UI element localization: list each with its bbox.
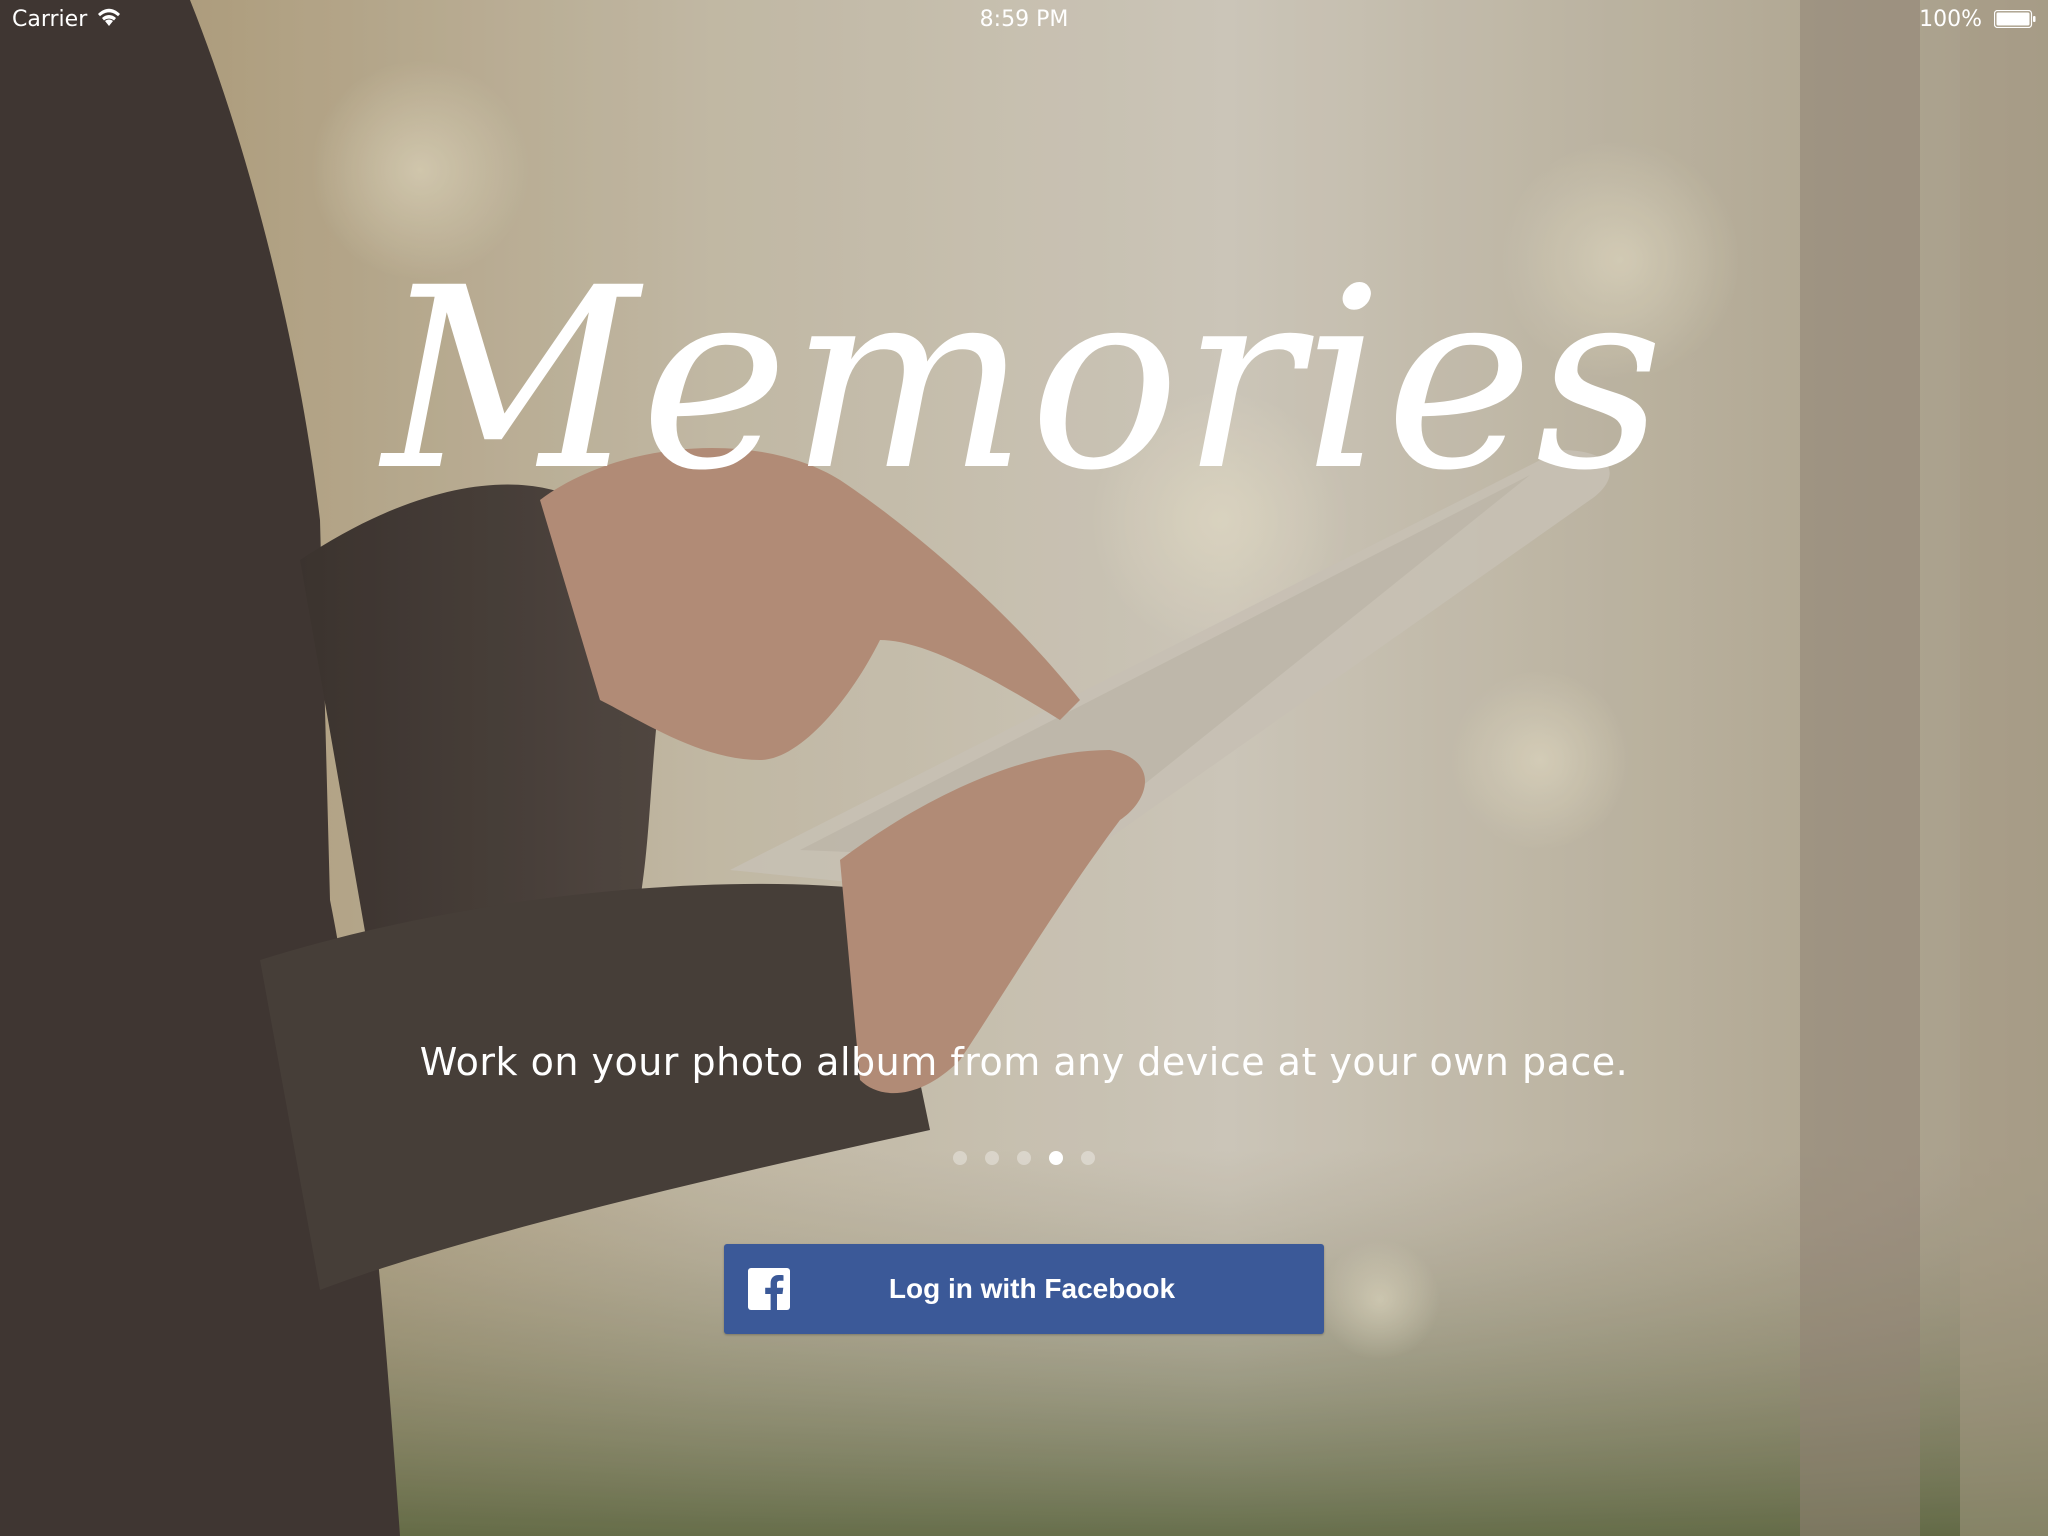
page-dot-2[interactable] <box>985 1151 999 1165</box>
app-title: Memories <box>382 234 1666 525</box>
battery-icon <box>1994 10 2036 28</box>
clock: 8:59 PM <box>979 7 1069 32</box>
status-bar: Carrier 8:59 PM 100% <box>0 0 2048 40</box>
page-dot-5[interactable] <box>1081 1151 1095 1165</box>
onboarding-tagline: Work on your photo album from any device… <box>419 1040 1629 1084</box>
page-dot-3[interactable] <box>1017 1151 1031 1165</box>
facebook-login-button[interactable]: Log in with Facebook <box>724 1244 1324 1334</box>
page-indicator[interactable] <box>0 1151 2048 1165</box>
page-dot-1[interactable] <box>953 1151 967 1165</box>
battery-percentage: 100% <box>1919 7 1982 32</box>
facebook-login-label: Log in with Facebook <box>888 1273 1176 1304</box>
page-dot-4-active[interactable] <box>1049 1151 1063 1165</box>
